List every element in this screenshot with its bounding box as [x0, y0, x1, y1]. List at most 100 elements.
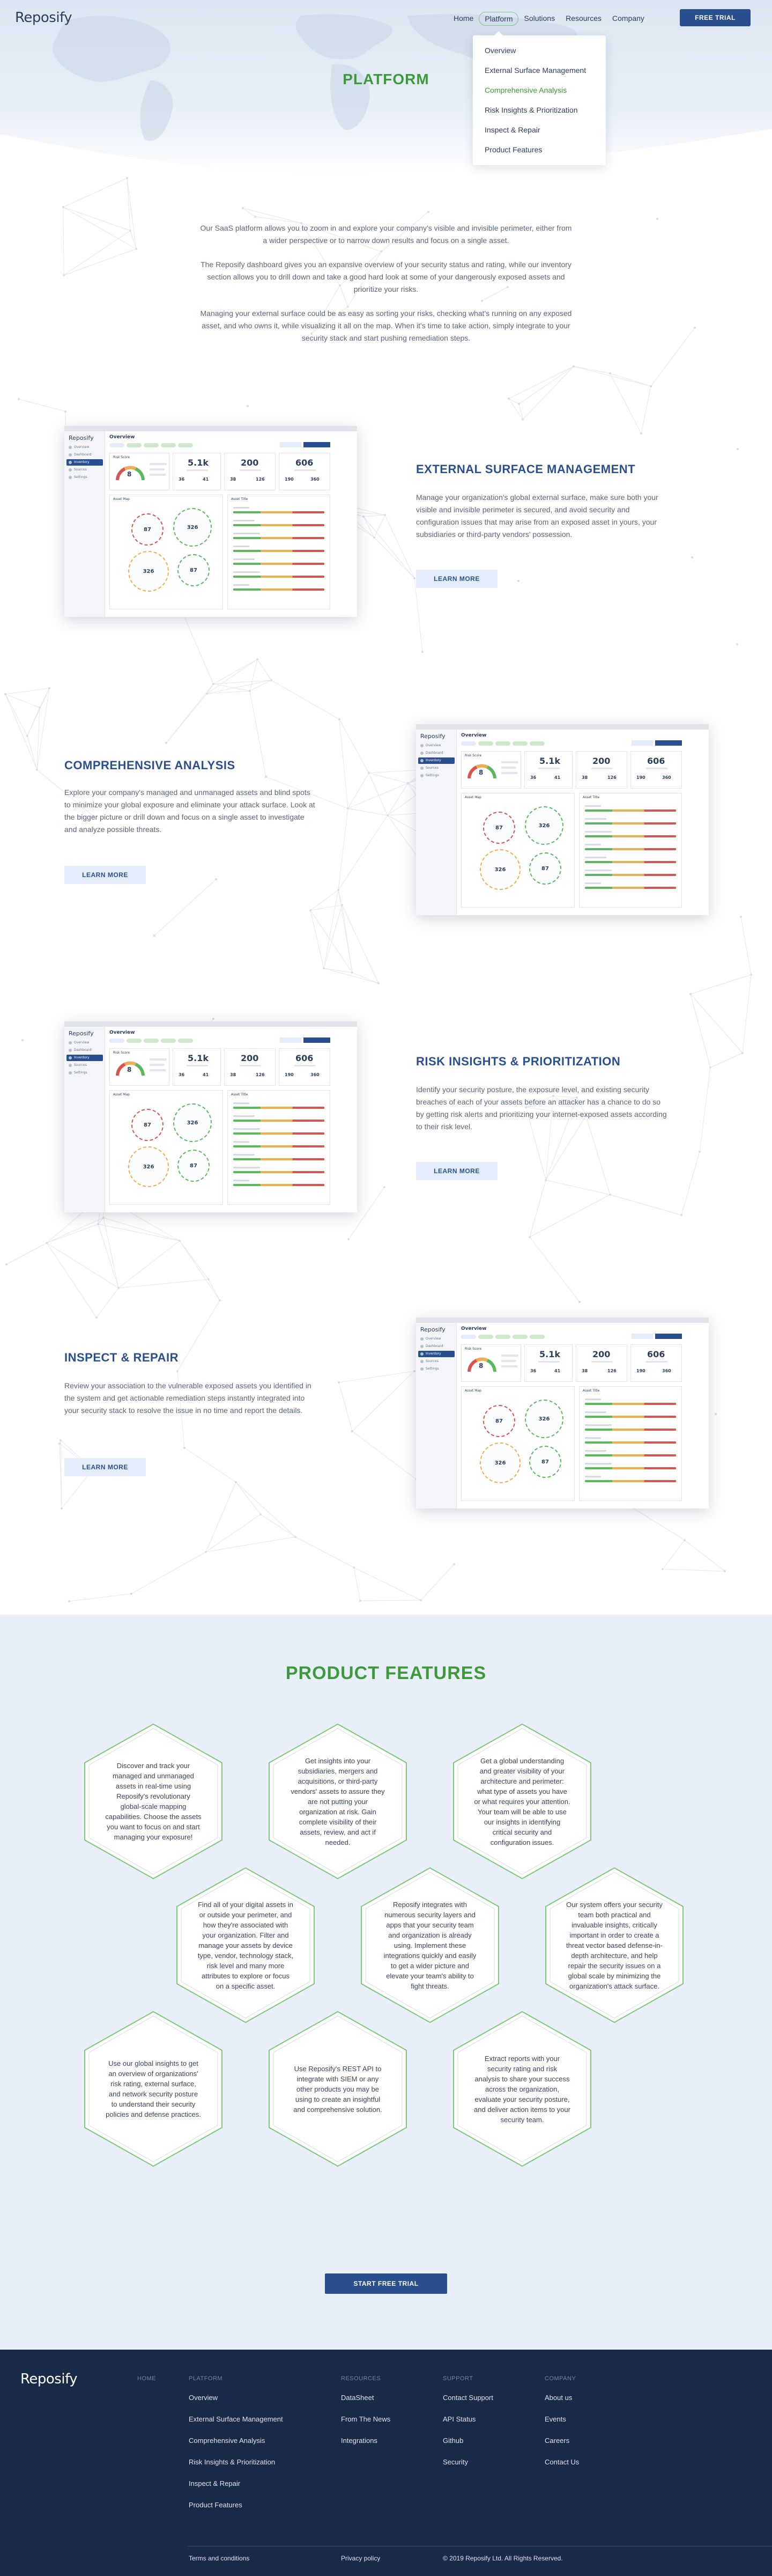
footer-link[interactable]: Contact Us [545, 2458, 579, 2466]
footer-platform-heading: PLATFORM [189, 2375, 223, 2382]
footer-link[interactable]: Comprehensive Analysis [189, 2437, 265, 2445]
logo[interactable]: Reposify [15, 10, 72, 26]
footer-link[interactable]: From The News [341, 2415, 390, 2423]
intro-text: Our SaaS platform allows you to zoom in … [198, 222, 574, 356]
stat-mini-value: 360 [662, 775, 671, 780]
asset-bubble-value: 326 [187, 1120, 198, 1126]
dashboard-nav-item: Settings [418, 772, 455, 779]
nav-home[interactable]: Home [448, 12, 479, 26]
footer-home-link[interactable]: HOME [137, 2375, 156, 2382]
stat-card: 200 38 126 [576, 1344, 627, 1382]
legend-line [150, 463, 167, 465]
footer-link[interactable]: Integrations [341, 2437, 377, 2445]
asset-bubble-value: 326 [143, 568, 154, 575]
terms-link[interactable]: Terms and conditions [189, 2555, 249, 2562]
dashboard-nav-item: Sources [66, 1062, 103, 1069]
asset-title-card: Asset Title [579, 793, 682, 908]
learn-more-button[interactable]: LEARN MORE [416, 1162, 498, 1180]
stat-mini-value: 126 [256, 1072, 265, 1077]
learn-more-button[interactable]: LEARN MORE [416, 570, 498, 588]
filter-chip [161, 1039, 176, 1043]
legend-line [501, 767, 516, 769]
bar-caption [233, 1154, 255, 1155]
nav-platform[interactable]: Platform [479, 12, 519, 26]
dashboard-button [303, 442, 330, 447]
footer-link[interactable]: DataSheet [341, 2394, 374, 2402]
risk-score-card: Risk Score 8 [461, 1344, 521, 1382]
bar-caption [585, 1424, 612, 1426]
footer-link[interactable]: External Surface Management [189, 2415, 283, 2423]
progress-bar [233, 1132, 324, 1135]
footer-link[interactable]: Overview [189, 2394, 218, 2402]
footer-link[interactable]: About us [545, 2394, 572, 2402]
footer-link[interactable]: Careers [545, 2437, 569, 2445]
bar-caption [585, 1476, 601, 1477]
filter-chip [161, 443, 176, 447]
footer-link[interactable]: Events [545, 2415, 566, 2423]
nav-company[interactable]: Company [607, 12, 650, 26]
stat-mini-value: 41 [554, 1368, 561, 1373]
stat-mini-value: 190 [636, 775, 645, 780]
menu-item-risk-insights[interactable]: Risk Insights & Prioritization [485, 100, 594, 120]
stat-mini-value: 126 [607, 1368, 617, 1373]
start-free-trial-button[interactable]: START FREE TRIAL [325, 2273, 447, 2294]
privacy-link[interactable]: Privacy policy [341, 2555, 380, 2562]
footer-link[interactable]: Product Features [189, 2501, 242, 2509]
footer-link[interactable]: Contact Support [443, 2394, 493, 2402]
menu-item-inspect-repair[interactable]: Inspect & Repair [485, 120, 594, 140]
asset-title-label: Asset Title [583, 1389, 600, 1393]
nav-solutions[interactable]: Solutions [518, 12, 560, 26]
footer-resources-heading: RESOURCES [341, 2375, 381, 2382]
risk-score-card: Risk Score 8 [109, 453, 169, 490]
risk-score-value: 8 [127, 470, 132, 478]
copyright-text: © 2019 Reposify Ltd. All Rights Reserved… [443, 2555, 563, 2562]
footer-link[interactable]: Inspect & Repair [189, 2479, 240, 2487]
feature-hexagon-text: Our system offers your security team bot… [566, 1900, 663, 1990]
asset-map-card: Asset Map 87 326 326 87 [109, 495, 223, 609]
progress-bar [233, 576, 324, 578]
legend-line [501, 772, 517, 774]
stat-card: 200 38 126 [576, 751, 627, 789]
footer-link[interactable]: Risk Insights & Prioritization [189, 2458, 275, 2466]
stat-caption [646, 768, 667, 769]
nav-resources[interactable]: Resources [560, 12, 607, 26]
asset-bubble-value: 87 [541, 865, 549, 872]
footer-logo[interactable]: Reposify [20, 2371, 78, 2387]
progress-bar [585, 874, 676, 876]
feature-title-inspect-repair: INSPECT & REPAIR [64, 1351, 179, 1364]
footer-link[interactable]: Security [443, 2458, 468, 2466]
stat-caption [538, 768, 560, 769]
feature-text: Review your association to the vulnerabl… [64, 1381, 311, 1415]
progress-bar [585, 1416, 676, 1418]
footer-link[interactable]: Github [443, 2437, 463, 2445]
filter-chip [178, 1039, 193, 1043]
bar-caption [585, 818, 606, 820]
learn-more-button[interactable]: LEARN MORE [64, 1458, 146, 1476]
dashboard-nav-item: Settings [66, 1070, 103, 1076]
bar-caption [233, 507, 249, 509]
footer-link[interactable]: API Status [443, 2415, 476, 2423]
dashboard-button [280, 1037, 301, 1043]
stat-mini-value: 38 [230, 1072, 236, 1077]
filter-chip [495, 1335, 510, 1339]
feature-hexagon: Use Reposify's REST API to integrate wit… [258, 2010, 417, 2168]
asset-bubble: 87 [529, 1446, 561, 1478]
feature-title-comprehensive-analysis: COMPREHENSIVE ANALYSIS [64, 759, 235, 772]
menu-item-comprehensive-analysis[interactable]: Comprehensive Analysis [485, 80, 594, 100]
progress-bar [585, 835, 676, 837]
stat-value: 200 [241, 458, 259, 468]
bar-caption [585, 1450, 606, 1452]
progress-bar [585, 1429, 676, 1431]
stat-mini-value: 36 [530, 1368, 537, 1373]
dashboard-sidebar: Reposify Overview Dashboard Inventory Source… [416, 730, 457, 915]
asset-bubble-value: 326 [538, 822, 550, 829]
free-trial-button[interactable]: FREE TRIAL [680, 9, 751, 26]
menu-item-product-features[interactable]: Product Features [485, 140, 594, 160]
menu-item-external-surface-management[interactable]: External Surface Management [485, 61, 594, 80]
bar-caption [585, 805, 601, 807]
menu-item-overview[interactable]: Overview [485, 41, 594, 61]
dashboard-title: Overview [461, 733, 487, 738]
stat-value: 606 [647, 756, 665, 766]
learn-more-button[interactable]: LEARN MORE [64, 866, 146, 884]
asset-title-card: Asset Title [227, 495, 330, 609]
